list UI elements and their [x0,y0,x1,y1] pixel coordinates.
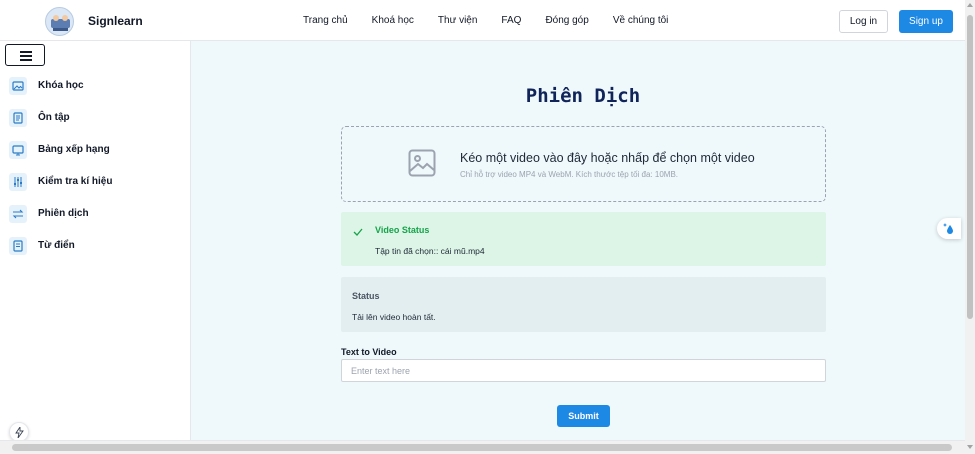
nav-trang-chu[interactable]: Trang chủ [303,15,348,26]
sparkle-drop-icon [943,223,953,234]
nav-faq[interactable]: FAQ [501,15,521,26]
sidebar-item-label: Ôn tập [38,112,70,123]
text-to-video-label: Text to Video [341,347,397,357]
nav-ve-chung-toi[interactable]: Về chúng tôi [613,15,669,26]
lightning-icon[interactable] [9,422,29,442]
sidebar-item-label: Bảng xếp hạng [38,144,110,155]
hamburger-icon [20,51,32,53]
nav-khoa-hoc[interactable]: Khoá học [372,15,414,26]
video-status-text: Tập tin đã chọn:: cái mũ.mp4 [375,246,485,256]
hamburger-icon-bar [20,55,32,57]
hamburger-icon-bar [20,59,32,61]
sidebar-item-on-tap[interactable]: Ôn tập [9,108,184,128]
submit-button[interactable]: Submit [557,405,610,427]
sidebar-item-tu-dien[interactable]: Từ điển [9,236,184,256]
video-status-alert: Video Status Tập tin đã chọn:: cái mũ.mp… [341,212,826,266]
video-status-title: Video Status [375,225,430,235]
login-button[interactable]: Log in [839,10,888,33]
nav-dong-gop[interactable]: Đóng góp [545,15,588,26]
signlearn-logo[interactable] [45,7,74,36]
image-icon [408,149,436,182]
monitor-icon [9,141,27,159]
sidebar-item-bang-xep-hang[interactable]: Bảng xếp hạng [9,140,184,160]
sidebar: Khóa học Ôn tập Bảng xếp hạng Kiểm tra k… [0,41,191,442]
main-nav: Trang chủ Khoá học Thư viện FAQ Đóng góp… [303,15,692,26]
video-dropzone[interactable]: Kéo một video vào đây hoặc nhấp để chọn … [341,126,826,202]
hamburger-menu-button[interactable] [5,44,45,66]
image-icon [9,77,27,95]
text-to-video-input[interactable] [341,359,826,382]
signup-button[interactable]: Sign up [899,10,953,33]
sidebar-item-label: Khóa học [38,80,84,91]
brand-name[interactable]: Signlearn [88,14,143,28]
status-title: Status [352,291,380,301]
page-title: Phiên Dịch [525,85,641,107]
arrows-icon [9,205,27,223]
sliders-icon [9,173,27,191]
scroll-up-arrow[interactable] [967,3,973,7]
sidebar-item-kiem-tra-ki-hieu[interactable]: Kiểm tra kí hiệu [9,172,184,192]
dropzone-text: Kéo một video vào đây hoặc nhấp để chọn … [460,151,755,165]
dropzone-subtext: Chỉ hỗ trợ video MP4 và WebM. Kích thước… [460,170,679,179]
status-text: Tải lên video hoàn tất. [352,312,436,322]
check-icon [353,224,363,242]
sidebar-item-khoa-hoc[interactable]: Khóa học [9,76,184,96]
nav-thu-vien[interactable]: Thư viện [438,15,478,26]
book-icon [9,237,27,255]
top-navbar: Signlearn Trang chủ Khoá học Thư viện FA… [0,0,965,41]
horizontal-scrollbar-thumb[interactable] [12,444,952,451]
scroll-down-arrow[interactable] [967,445,973,449]
horizontal-scrollbar[interactable] [0,440,965,454]
vertical-scrollbar[interactable] [965,0,975,454]
page: Signlearn Trang chủ Khoá học Thư viện FA… [0,0,975,454]
floating-assistant-button[interactable] [937,218,961,239]
sidebar-item-phien-dich[interactable]: Phiên dịch [9,204,184,224]
document-icon [9,109,27,127]
main-content: Phiên Dịch Kéo một video vào đây hoặc nh… [191,41,965,440]
status-panel: Status Tải lên video hoàn tất. [341,277,826,332]
sidebar-item-label: Từ điển [38,240,75,251]
sidebar-item-label: Kiểm tra kí hiệu [38,176,113,187]
sidebar-item-label: Phiên dịch [38,208,89,219]
vertical-scrollbar-thumb[interactable] [967,15,973,319]
